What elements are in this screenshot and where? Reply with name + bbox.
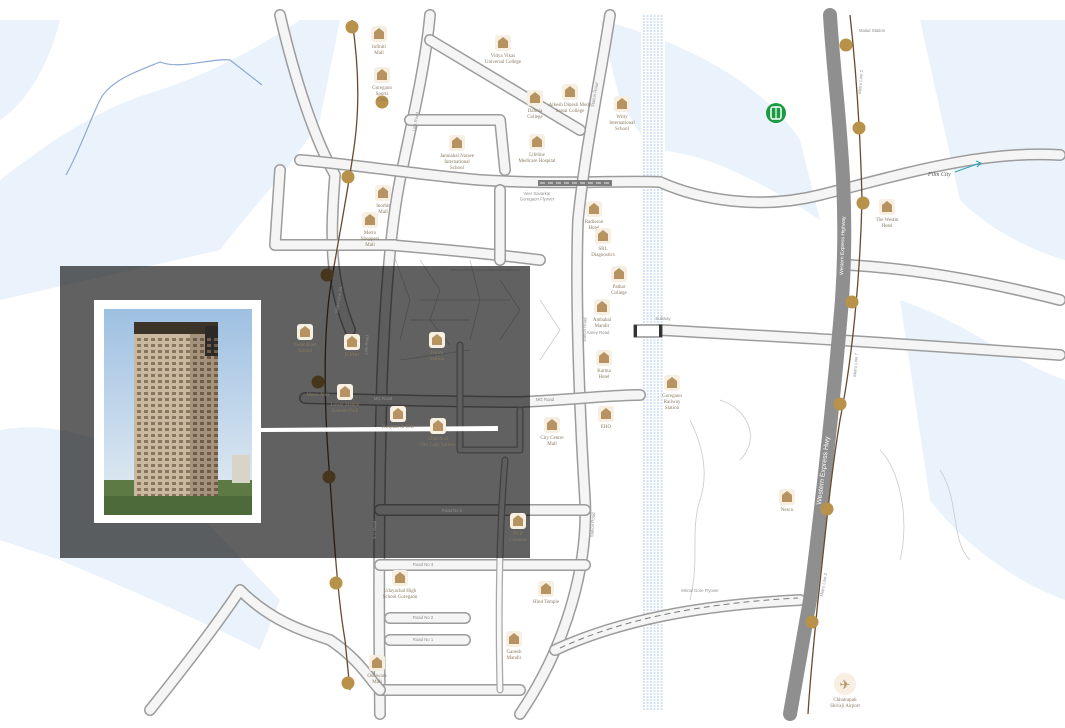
radisson-hotel-poi[interactable]: Radisson Hotel [585, 201, 604, 231]
western-express-highway: Western Express Hwy Western Express High… [783, 8, 852, 721]
inorbit-mall-label: Inorbit Mall [376, 204, 390, 215]
film-city-label: Film City [927, 172, 951, 178]
hind-temple-label: Hind Temple [533, 600, 560, 605]
ganesh-mandir-label: Ganesh Mandir [507, 650, 522, 661]
pathar-college-poi[interactable]: Pathar College [611, 266, 628, 296]
dalmia-college-label: Dalmia College [527, 109, 543, 120]
nesco-poi[interactable]: Nesco [779, 489, 795, 513]
mg-road-label: MG Road [374, 396, 393, 401]
metro-station-dot [341, 170, 355, 184]
d-mart-poi[interactable]: D Mart [344, 334, 360, 358]
goregaon-station-label: Goregaon Railway Station [662, 394, 682, 411]
udayachal-poi[interactable]: Udayachal High School Goregaon [383, 570, 418, 600]
pvr-cinemas-poi[interactable]: PVR Cinemas [509, 513, 527, 543]
project-photo[interactable] [94, 300, 261, 523]
city-centre-mall-label: City Centre Mall [540, 436, 564, 447]
metro-station-dot [345, 20, 359, 34]
dalmia-college-poi[interactable]: Dalmia College [527, 90, 544, 120]
ganesh-mandir-poi[interactable]: Ganesh Mandir [506, 631, 522, 661]
airport-poi[interactable]: Chhatrapati Shivaji Airport [830, 698, 860, 709]
airport-icon[interactable]: ✈ [834, 673, 856, 695]
alkesh-dinesh-poi[interactable]: Alkesh Dinesh Mody Satsai College [549, 84, 592, 114]
infiniti-mall-label: Infiniti Mall [372, 45, 386, 56]
udayachal-label: Udayachal High School Goregaon [383, 589, 418, 600]
srl-diagnostics-label: SRL Diagnostics [591, 247, 615, 258]
mg-road-label: MG Road [536, 397, 555, 402]
vidya-vikas-label: Vidya Vikas Universal College [485, 54, 522, 65]
road-no-3-label: Road No 3 [413, 562, 434, 567]
tower-building [134, 322, 218, 500]
metro-station-dot [820, 502, 834, 516]
d-mart-label: D Mart [345, 353, 360, 358]
ambabai-mandir-poi[interactable]: Ambabai Mandir [593, 299, 612, 329]
metro-station-dot [833, 397, 847, 411]
airport-label: Chhatrapati Shivaji Airport [830, 698, 860, 709]
svg-text:✈: ✈ [840, 678, 851, 693]
metro-ama-poi[interactable]: Metro Ama [307, 393, 331, 398]
station-road-label: Station Road [589, 512, 596, 538]
eho-poi[interactable]: EHO [598, 406, 614, 430]
malad-station-label: Malad Station [859, 28, 886, 33]
metro-station-dot [329, 576, 343, 590]
road-no-2-label: Road No 2 [413, 615, 434, 620]
karma-hotel-poi[interactable]: Karma Hotel [596, 350, 612, 380]
hospital-label: Hospital & ICU [382, 425, 414, 430]
metro-station-dot [805, 615, 819, 629]
metro-station-dot [852, 121, 866, 135]
lifeline-hospital-label: Lifeline Medicare Hospital [518, 153, 556, 164]
metro-station-dot [856, 196, 870, 210]
lower-mahim-label: Lower Mahim Kantam Park [331, 403, 360, 414]
metro-line-7-label: Metro Line 7 [852, 352, 859, 377]
subway-label: Subway [655, 316, 671, 321]
lifeline-hospital-poi[interactable]: Lifeline Medicare Hospital [518, 134, 556, 164]
goregaon-sports-club-label: Goregaon Sports Club [372, 86, 392, 103]
ambabai-mandir-label: Ambabai Mandir [593, 318, 612, 329]
metro-station-dot [341, 676, 355, 690]
metro-line-2-label: Metro Line 2 [857, 69, 864, 94]
aarey-road-label: Aarey Road [587, 330, 610, 335]
eho-label: EHO [601, 425, 612, 430]
westin-hotel-poi[interactable]: The Westin Hotel [876, 199, 899, 229]
oshiwara-ground-icon[interactable] [766, 103, 786, 123]
alkesh-dinesh-label: Alkesh Dinesh Mody Satsai College [549, 103, 592, 114]
vasant-flyover-label: Veer Savarkar Goregaon Flyover [520, 191, 555, 202]
mind-space-flyover-label: Mrinal Gore Flyover [681, 588, 719, 593]
metro-ama-label: Metro Ama [307, 393, 331, 398]
location-map: Western Express Hwy Western Express High… [0, 8, 1065, 721]
road-no-5-label: Road No 5 [442, 508, 463, 513]
hind-temple-poi[interactable]: Hind Temple [533, 581, 560, 605]
pathar-college-label: Pathar College [611, 285, 627, 296]
sv-road-label: S V Road [372, 520, 377, 539]
police-station-label: Police Station [430, 351, 445, 362]
srl-diagnostics-poi[interactable]: SRL Diagnostics [591, 228, 615, 258]
metro-station-dot [839, 38, 853, 52]
nesco-label: Nesco [781, 508, 794, 513]
westin-hotel-label: The Westin Hotel [876, 218, 899, 229]
goregaon-station-poi[interactable]: Goregaon Railway Station [662, 375, 682, 411]
city-centre-mall-poi[interactable]: City Centre Mall [540, 417, 564, 447]
goregaon-sports-club-poi[interactable]: Goregaon Sports Club [372, 67, 392, 103]
inorbit-mall-poi[interactable]: Inorbit Mall [375, 185, 391, 215]
vidya-vikas-poi[interactable]: Vidya Vikas Universal College [485, 35, 522, 65]
metro-station-dot [845, 295, 859, 309]
jamnabai-poi[interactable]: Jamnabai Narsee International School [440, 135, 475, 171]
railway-corridor [641, 14, 665, 714]
karma-hotel-label: Karma Hotel [597, 369, 611, 380]
police-station-poi[interactable]: Police Station [429, 332, 445, 362]
road-no-1-label: Road No 1 [413, 637, 434, 642]
jamnabai-label: Jamnabai Narsee International School [440, 154, 475, 171]
infiniti-mall-poi[interactable]: Infiniti Mall [371, 26, 387, 56]
